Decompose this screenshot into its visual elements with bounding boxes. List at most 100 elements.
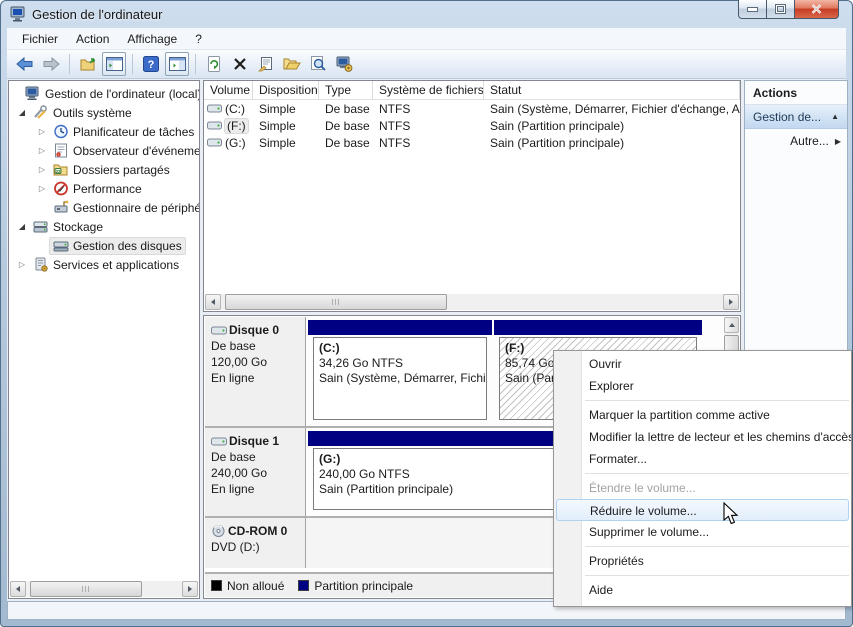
volume-name: (G:) [225, 136, 246, 150]
menu-separator [585, 575, 849, 576]
tree-item-computer-management[interactable]: Gestion de l'ordinateur (local) [9, 84, 199, 103]
console-tree-pane: Gestion de l'ordinateur (local) ◢ Outils… [8, 80, 200, 599]
partition-c[interactable]: (C:) 34,26 Go NTFS Sain (Système, Démarr… [308, 317, 492, 426]
disk1-info[interactable]: Disque 1 De base 240,00 Go En ligne [205, 428, 306, 516]
help-button[interactable]: ? [139, 52, 163, 76]
tree-item-label: Gestion des disques [73, 239, 182, 253]
title-bar[interactable]: Gestion de l'ordinateur [0, 0, 853, 28]
menu-item-formater[interactable]: Formater... [554, 448, 851, 470]
shared-folders-icon: 22 [53, 162, 69, 177]
menu-fichier[interactable]: Fichier [13, 30, 67, 48]
tree-item-stockage[interactable]: ◢ Stockage [9, 217, 199, 236]
scroll-right-button[interactable] [723, 294, 739, 310]
action-pane-toggle-button[interactable] [165, 52, 189, 76]
computer-management-window: Gestion de l'ordinateur Fichier Action A… [0, 0, 853, 627]
volume-row-f[interactable]: (F:) Simple De base NTFS Sain (Partition… [204, 117, 740, 134]
tree-item-outils-systeme[interactable]: ◢ Outils système [9, 103, 199, 122]
menu-item-reduire-volume[interactable]: Réduire le volume... [556, 499, 849, 521]
scrollbar-thumb[interactable] [225, 294, 447, 310]
collapse-arrow-icon[interactable]: ▲ [831, 112, 839, 121]
menu-item-etendre-volume: Étendre le volume... [554, 477, 851, 499]
tree-item-observateur[interactable]: ▷ ! Observateur d'événeme [9, 141, 199, 160]
actions-section-disk-management[interactable]: Gestion de... ▲ [745, 105, 847, 129]
menu-item-supprimer-volume[interactable]: Supprimer le volume... [554, 521, 851, 543]
console-tree-toggle-button[interactable] [102, 52, 126, 76]
expander-collapsed-icon[interactable]: ▷ [35, 184, 49, 193]
column-header-volume[interactable]: Volume [204, 81, 253, 99]
services-icon [33, 257, 49, 272]
disk-name: CD-ROM 0 [228, 523, 287, 539]
menu-item-ouvrir[interactable]: Ouvrir [554, 353, 851, 375]
column-header-statut[interactable]: Statut [484, 81, 740, 99]
column-header-type[interactable]: Type [319, 81, 373, 99]
back-icon [16, 57, 34, 71]
export-list-button[interactable] [76, 52, 100, 76]
menu-aide[interactable]: ? [186, 30, 211, 48]
volume-statut: Sain (Partition principale) [484, 119, 740, 133]
menu-separator [585, 546, 849, 547]
disk-type: De base [211, 449, 301, 465]
cdrom-info[interactable]: CD-ROM 0 DVD (D:) [205, 518, 306, 568]
storage-icon [33, 219, 49, 234]
open-folder-button[interactable] [280, 52, 304, 76]
context-menu: Ouvrir Explorer Marquer la partition com… [553, 350, 852, 607]
expander-collapsed-icon[interactable]: ▷ [35, 146, 49, 155]
tree-item-dossiers-partages[interactable]: ▷ 22 Dossiers partagés [9, 160, 199, 179]
disk-type: De base [211, 338, 301, 354]
open-folder-icon [283, 57, 301, 71]
delete-button[interactable] [228, 52, 252, 76]
tree-item-services-applications[interactable]: ▷ Services et applications [9, 255, 199, 274]
expander-expanded-icon[interactable]: ◢ [15, 108, 29, 117]
column-header-disposition[interactable]: Disposition [253, 81, 319, 99]
scrollbar-thumb[interactable] [30, 581, 142, 597]
refresh-icon [206, 56, 222, 72]
column-header-fs[interactable]: Système de fichiers [373, 81, 484, 99]
tree-item-performance[interactable]: ▷ Performance [9, 179, 199, 198]
close-button[interactable] [795, 0, 839, 19]
minimize-button[interactable] [738, 0, 767, 19]
menu-item-proprietes[interactable]: Propriétés [554, 550, 851, 572]
forward-button[interactable] [39, 52, 63, 76]
restore-button[interactable] [767, 0, 795, 19]
menu-item-explorer[interactable]: Explorer [554, 375, 851, 397]
search-icon [310, 56, 326, 72]
volume-row-g[interactable]: (G:) Simple De base NTFS Sain (Partition… [204, 134, 740, 151]
menu-action[interactable]: Action [67, 30, 118, 48]
menu-item-modifier-lettre[interactable]: Modifier la lettre de lecteur et les che… [554, 426, 851, 448]
tree-item-gestionnaire-peripheriques[interactable]: Gestionnaire de périphé [9, 198, 199, 217]
expander-collapsed-icon[interactable]: ▷ [35, 127, 49, 136]
search-button[interactable] [306, 52, 330, 76]
toolbar-separator [195, 54, 196, 74]
expander-expanded-icon[interactable]: ◢ [15, 222, 29, 231]
legend-label: Partition principale [314, 579, 413, 593]
disk0-info[interactable]: Disque 0 De base 120,00 Go En ligne [205, 317, 306, 426]
properties-button[interactable] [254, 52, 278, 76]
volume-table-header: Volume Disposition Type Système de fichi… [204, 81, 740, 100]
performance-icon [53, 181, 69, 196]
volume-fs: NTFS [373, 102, 484, 116]
disk-size: 120,00 Go [211, 354, 301, 370]
back-button[interactable] [13, 52, 37, 76]
scroll-right-button[interactable] [182, 581, 198, 597]
actions-item-more[interactable]: Autre... ▶ [745, 129, 847, 153]
partition-label: (C:) [319, 341, 481, 356]
tree-item-planificateur[interactable]: ▷ Planificateur de tâches [9, 122, 199, 141]
scroll-left-button[interactable] [10, 581, 26, 597]
expander-collapsed-icon[interactable]: ▷ [35, 165, 49, 174]
volume-row-c[interactable]: (C:) Simple De base NTFS Sain (Système, … [204, 100, 740, 117]
scroll-left-button[interactable] [205, 294, 221, 310]
toolbar-separator [132, 54, 133, 74]
menu-affichage[interactable]: Affichage [118, 30, 186, 48]
tree-horizontal-scrollbar[interactable] [10, 581, 198, 597]
tree-item-gestion-des-disques[interactable]: Gestion des disques [9, 236, 199, 255]
scroll-up-button[interactable] [724, 317, 739, 333]
expander-collapsed-icon[interactable]: ▷ [15, 260, 29, 269]
tree-item-label: Dossiers partagés [73, 163, 170, 177]
actions-section-label: Gestion de... [753, 110, 821, 124]
volume-horizontal-scrollbar[interactable] [205, 294, 739, 310]
computer-manage-button[interactable] [332, 52, 356, 76]
menu-item-marquer-active[interactable]: Marquer la partition comme active [554, 404, 851, 426]
refresh-button[interactable] [202, 52, 226, 76]
menu-item-aide[interactable]: Aide [554, 579, 851, 601]
menu-separator [585, 400, 849, 401]
